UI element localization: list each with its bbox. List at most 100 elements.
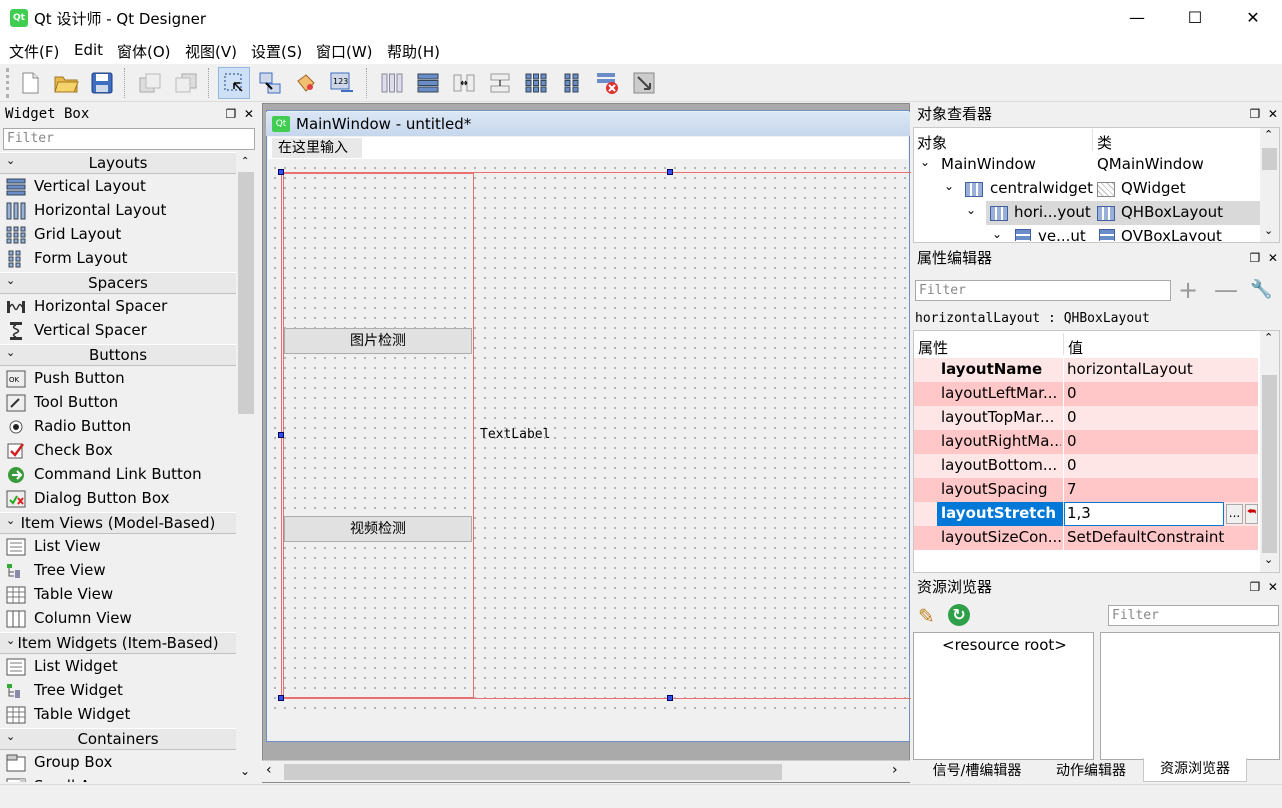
ellipsis-button[interactable]: ... [1226,504,1243,524]
chevron-down-icon[interactable]: ⌄ [966,203,976,217]
object-tree-scrollbar[interactable]: ⌃ ⌄ [1260,128,1279,242]
col-object-header[interactable]: 对象 [917,132,947,153]
property-value[interactable]: 0 [1067,408,1077,426]
layout-v-splitter-icon[interactable] [484,67,516,99]
image-detect-button[interactable]: 图片检测 [284,328,472,354]
scroll-down-icon[interactable]: ⌄ [240,764,250,778]
widget-box-item[interactable]: List Widget [0,655,236,679]
widget-category-header[interactable]: ⌄ Item Views (Model-Based) [0,512,256,534]
property-row[interactable]: layoutSpacing 7 [914,478,1258,502]
tree-row-horizontal-layout-selected[interactable]: hori...yout QHBoxLayout [986,201,1260,225]
layout-form-icon[interactable] [556,67,588,99]
resource-tree[interactable]: <resource root> [913,632,1094,760]
widget-box-item[interactable]: Radio Button [0,415,236,439]
property-value[interactable]: 7 [1067,480,1077,498]
property-row[interactable]: layoutBottom... 0 [914,454,1258,478]
dock-float-close-icons[interactable]: ❐ ✕ [1250,103,1278,125]
text-label[interactable]: TextLabel [480,427,550,442]
minimize-button[interactable]: — [1108,0,1166,36]
chevron-down-icon[interactable]: ⌄ [992,227,1002,241]
widget-box-scrollbar[interactable]: ⌃ ⌄ [236,152,256,782]
widget-box-item[interactable]: Check Box [0,439,236,463]
selection-handle[interactable] [667,169,673,175]
menu-edit[interactable]: Edit [72,41,105,59]
widget-box-item[interactable]: List View [0,535,236,559]
scroll-up-icon[interactable]: ⌃ [1264,331,1273,344]
property-row[interactable]: layoutName horizontalLayout [914,358,1258,382]
bring-to-back-icon[interactable] [134,67,166,99]
menu-file[interactable]: 文件(F) [7,41,61,62]
new-file-icon[interactable] [14,67,46,99]
property-value[interactable]: 0 [1067,432,1077,450]
widget-box-item[interactable]: Group Box [0,751,236,775]
col-class-header[interactable]: 类 [1097,132,1112,153]
property-table-scrollbar[interactable]: ⌃ ⌄ [1260,331,1279,572]
break-layout-icon[interactable] [592,67,624,99]
dock-float-close-icons[interactable]: ❐ ✕ [1250,247,1278,269]
selection-handle[interactable] [278,169,284,175]
selection-handle[interactable] [278,695,284,701]
menu-window[interactable]: 窗口(W) [314,41,375,62]
selection-handle[interactable] [278,432,284,438]
scroll-left-icon[interactable]: ‹ [266,762,272,778]
property-value[interactable]: horizontalLayout [1067,360,1193,378]
widget-box-item[interactable]: Horizontal Layout [0,199,236,223]
resource-filter-input[interactable]: Filter [1108,605,1279,626]
edit-resources-icon[interactable]: ✎ [918,604,935,628]
close-button[interactable]: ✕ [1224,0,1282,36]
save-icon[interactable] [86,67,118,99]
tree-row-vertical-layout[interactable]: ⌄ ve...ut QVBoxLayout [914,225,1260,241]
widget-box-item[interactable]: Scroll Area [0,775,236,782]
edit-signals-slots-icon[interactable] [254,67,286,99]
edit-widgets-icon[interactable] [218,67,250,99]
property-value[interactable]: 0 [1067,456,1077,474]
add-property-icon[interactable]: + [1178,278,1198,302]
widget-box-item[interactable]: Command Link Button [0,463,236,487]
tab-action-editor[interactable]: 动作编辑器 [1041,760,1141,782]
widget-box-item[interactable]: Grid Layout [0,223,236,247]
vertical-layout-outline[interactable] [283,173,474,698]
menu-form[interactable]: 窗体(O) [115,41,173,62]
property-row[interactable]: layoutStretch 1,3... ⮪ [914,502,1258,526]
tab-signal-slot-editor[interactable]: 信号/槽编辑器 [915,760,1039,782]
scrollbar-thumb[interactable] [1262,148,1277,170]
widget-box-item[interactable]: Vertical Layout [0,175,236,199]
layout-grid-icon[interactable] [520,67,552,99]
property-row[interactable]: layoutLeftMar... 0 [914,382,1258,406]
scroll-down-icon[interactable]: ⌄ [1264,553,1273,566]
widget-box-item[interactable]: Form Layout [0,247,236,271]
layout-h-splitter-icon[interactable] [448,67,480,99]
tree-row-mainwindow[interactable]: ⌄ MainWindow QMainWindow [914,153,1260,177]
property-row[interactable]: layoutRightMa... 0 [914,430,1258,454]
widget-category-header[interactable]: ⌄ Containers [0,728,256,750]
col-value-header[interactable]: 值 [1068,337,1083,358]
tree-row-centralwidget[interactable]: ⌄ centralwidget QWidget [914,177,1260,201]
widget-box-item[interactable]: Horizontal Spacer [0,295,236,319]
type-here-menu[interactable]: 在这里输入 [272,138,362,158]
reset-value-icon[interactable]: ⮪ [1245,504,1258,524]
property-row[interactable]: layoutSizeCon... SetDefaultConstraint [914,526,1258,550]
col-property-header[interactable]: 属性 [918,337,948,358]
layout-horizontal-icon[interactable] [376,67,408,99]
widget-category-header[interactable]: ⌄ Layouts [0,152,256,174]
widget-category-header[interactable]: ⌄ Spacers [0,272,256,294]
widget-box-item[interactable]: Dialog Button Box [0,487,236,511]
scrollbar-thumb[interactable] [1262,375,1277,553]
menu-view[interactable]: 视图(V) [183,41,239,62]
widget-box-item[interactable]: Table Widget [0,703,236,727]
widget-box-item[interactable]: Tree Widget [0,679,236,703]
video-detect-button[interactable]: 视频检测 [284,516,472,542]
widget-category-header[interactable]: ⌄ Item Widgets (Item-Based) [0,632,256,654]
chevron-down-icon[interactable]: ⌄ [944,179,954,193]
edit-tab-order-icon[interactable]: 123 [326,67,358,99]
chevron-down-icon[interactable]: ⌄ [920,155,930,169]
widget-box-item[interactable]: Tool Button [0,391,236,415]
property-row[interactable]: layoutTopMar... 0 [914,406,1258,430]
selection-handle[interactable] [667,695,673,701]
resource-file-list[interactable] [1100,632,1280,760]
wrench-icon[interactable]: 🔧 [1250,279,1272,300]
scroll-right-icon[interactable]: › [892,762,898,778]
widget-box-item[interactable]: OK Push Button [0,367,236,391]
h-scrollbar-thumb[interactable] [284,764,782,780]
menu-help[interactable]: 帮助(H) [385,41,442,62]
